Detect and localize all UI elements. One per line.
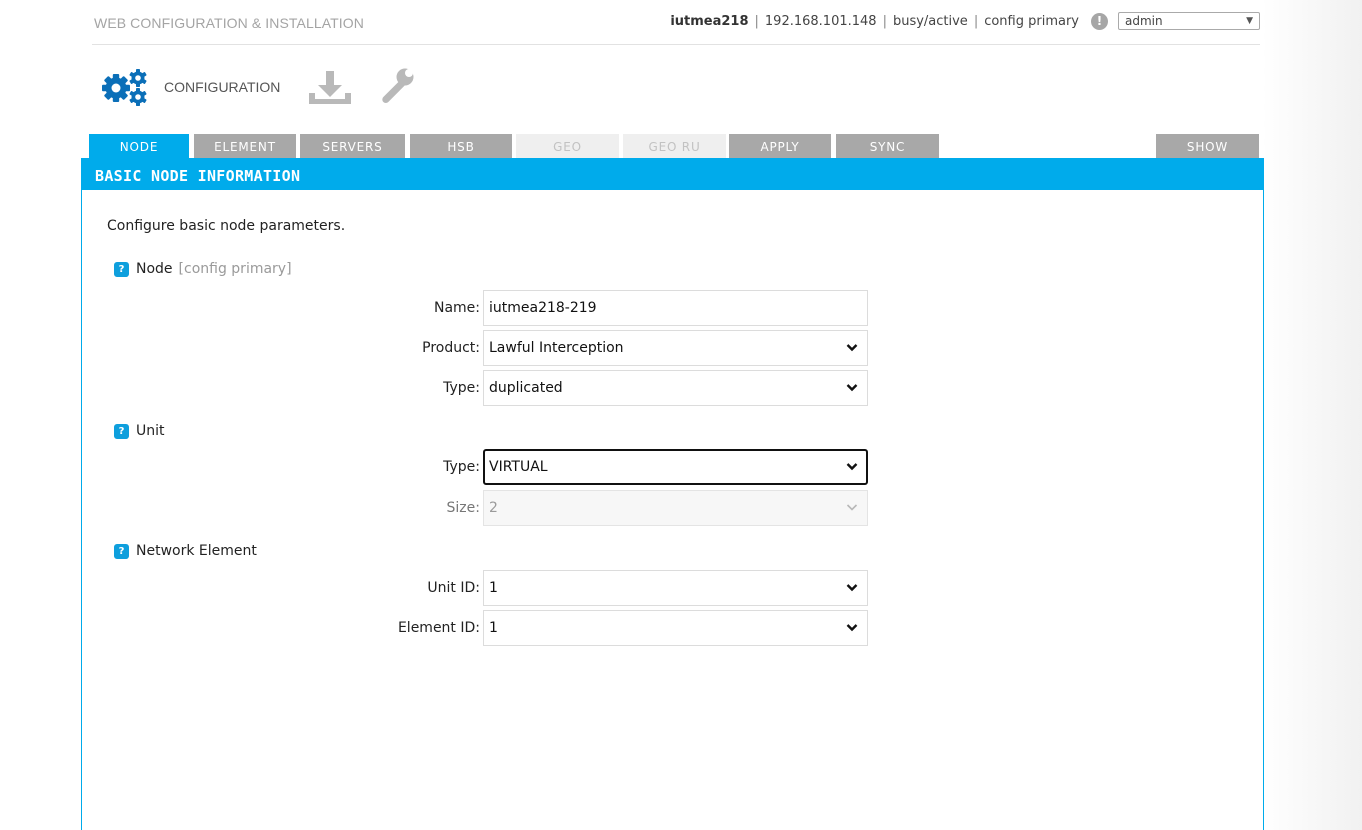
node-state: busy/active [892,13,968,29]
tab-geo: GEO [516,134,619,158]
field-label: Type: [443,459,480,475]
download-icon[interactable] [306,68,356,106]
unit-size-value: 2 [489,500,498,516]
wrench-icon[interactable] [374,67,416,107]
help-icon[interactable]: ? [114,261,129,277]
tab-geo-ru: GEO RU [623,134,726,158]
gears-icon [102,69,147,106]
configuration-mode[interactable]: CONFIGURATION [100,67,280,107]
field-row-unit-id: Unit ID: 1 [300,570,868,606]
section-label: Node [136,261,173,277]
tab-node[interactable]: NODE [89,134,189,158]
tab-apply[interactable]: APPLY [729,134,831,158]
app-title: WEB CONFIGURATION & INSTALLATION [94,15,364,31]
chevron-down-icon [846,384,858,392]
triangle-down-icon: ▼ [1246,16,1253,26]
alert-icon[interactable]: ! [1091,12,1108,30]
unit-id-select[interactable]: 1 [483,570,868,606]
tab-hsb[interactable]: HSB [410,134,512,158]
host-name: iutmea218 [670,13,749,29]
field-label: Unit ID: [427,580,480,596]
separator: | [754,13,759,29]
section-label: Unit [136,423,165,439]
field-label: Product: [422,340,480,356]
name-input[interactable]: iutmea218-219 [483,290,868,326]
chevron-down-icon [846,584,858,592]
field-row-name: Name: iutmea218-219 [300,290,868,326]
name-value: iutmea218-219 [489,300,597,316]
section-unit: ? Unit [114,423,165,439]
field-label: Name: [433,300,480,316]
field-label: Size: [446,500,480,516]
field-row-product: Product: Lawful Interception [300,330,868,366]
node-role: config primary [984,13,1079,29]
node-type-select[interactable]: duplicated [483,370,868,406]
tab-sync[interactable]: SYNC [836,134,939,158]
status-bar: iutmea218 | 192.168.101.148 | busy/activ… [670,12,1260,30]
chevron-down-icon [846,504,858,511]
field-row-element-id: Element ID: 1 [300,610,868,646]
field-row-unit-type: Type: VIRTUAL [300,449,868,485]
tab-bar: NODE ELEMENT SERVERS HSB GEO GEO RU APPL… [89,134,1259,158]
field-label: Element ID: [397,620,480,636]
unit-id-value: 1 [489,580,498,596]
chevron-down-icon [846,344,858,352]
unit-size-select: 2 [483,490,868,526]
panel-intro: Configure basic node parameters. [107,218,346,234]
section-network-element: ? Network Element [114,543,257,559]
product-value: Lawful Interception [489,340,624,356]
separator: | [882,13,887,29]
chevron-down-icon [846,624,858,632]
configuration-label: CONFIGURATION [164,79,281,95]
help-icon[interactable]: ? [114,423,129,439]
element-id-select[interactable]: 1 [483,610,868,646]
user-select[interactable]: admin ▼ [1118,12,1260,30]
host-ip: 192.168.101.148 [764,13,877,29]
field-row-node-type: Type: duplicated [300,370,868,406]
panel-title: BASIC NODE INFORMATION [95,167,301,185]
help-icon[interactable]: ? [114,543,129,559]
top-bar: WEB CONFIGURATION & INSTALLATION iutmea2… [92,0,1260,45]
section-label: Network Element [136,543,257,559]
unit-type-select[interactable]: VIRTUAL [483,449,868,485]
section-note: [config primary] [178,261,292,277]
chevron-down-icon [846,463,858,471]
field-label: Type: [443,380,480,396]
separator: | [973,13,979,29]
tab-show[interactable]: SHOW [1156,134,1259,158]
tab-element[interactable]: ELEMENT [194,134,296,158]
mode-bar: CONFIGURATION [100,62,416,112]
panel-header: BASIC NODE INFORMATION [81,158,1264,190]
element-id-value: 1 [489,620,498,636]
section-node: ? Node [config primary] [114,261,292,277]
tab-servers[interactable]: SERVERS [300,134,405,158]
field-row-unit-size: Size: 2 [300,490,868,526]
user-name: admin [1125,14,1163,28]
product-select[interactable]: Lawful Interception [483,330,868,366]
node-type-value: duplicated [489,380,563,396]
unit-type-value: VIRTUAL [489,459,548,475]
